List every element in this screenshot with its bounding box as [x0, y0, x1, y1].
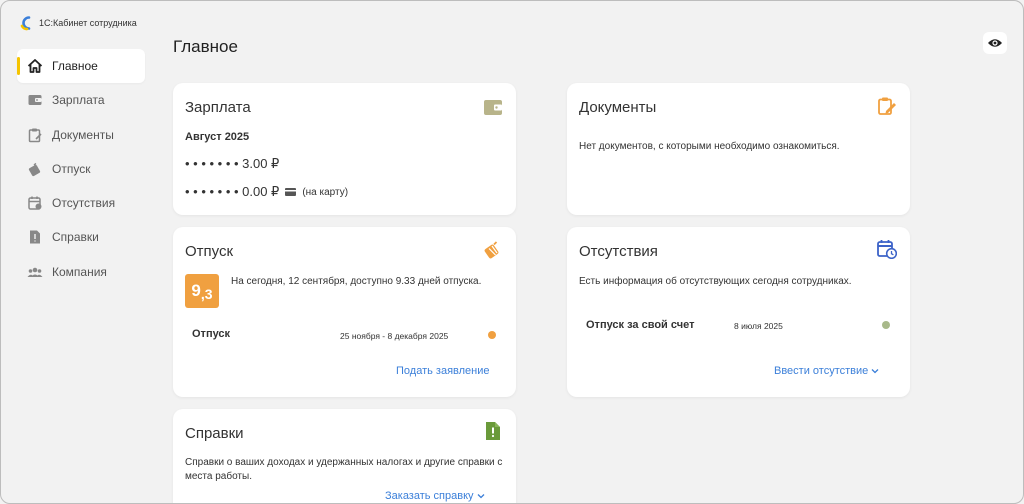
vacation-days-int: 9: [191, 281, 201, 300]
privacy-toggle-button[interactable]: [983, 32, 1007, 54]
certificates-title[interactable]: Справки: [185, 425, 244, 442]
sidebar-item-salary[interactable]: Зарплата: [17, 83, 145, 117]
vacation-card: Отпуск 9 ,3 На сегодня, 12 сентября, дос…: [173, 227, 516, 397]
eye-icon: [988, 39, 1002, 47]
sidebar-item-label: Компания: [52, 264, 107, 279]
salary-card-payment: • • • • • • • 0.00 ₽ (на карту): [185, 184, 348, 200]
order-certificate-label: Заказать справку: [385, 490, 474, 502]
documents-title[interactable]: Документы: [579, 99, 656, 116]
salary-title[interactable]: Зарплата: [185, 99, 251, 116]
documents-card: Документы Нет документов, с которыми нео…: [567, 83, 910, 215]
absences-card: Отсутствия Есть информация об отсутствую…: [567, 227, 910, 397]
salary-card: Зарплата Август 2025 • • • • • • • 3.00 …: [173, 83, 516, 215]
sidebar-item-home[interactable]: Главное: [17, 49, 145, 83]
certificates-card: Справки Справки о ваших доходах и удержа…: [173, 409, 516, 503]
vacation-title[interactable]: Отпуск: [185, 243, 233, 260]
absences-title[interactable]: Отсутствия: [579, 243, 658, 260]
status-dot: [488, 331, 496, 339]
calendar-clock-icon: [877, 240, 897, 259]
clipboard-edit-icon: [878, 97, 896, 115]
app-title: 1С:Кабинет сотрудника: [39, 18, 137, 28]
certificates-message: Справки о ваших доходах и удержанных нал…: [185, 457, 503, 482]
sidebar-item-vacation[interactable]: Отпуск: [17, 152, 145, 186]
home-icon: [27, 58, 43, 74]
card-icon: [285, 188, 297, 196]
vacation-days-badge: 9 ,3: [185, 274, 219, 308]
sidebar-item-label: Главное: [52, 59, 98, 73]
logo-icon: [20, 16, 31, 31]
vacation-summary: На сегодня, 12 сентября, доступно 9.33 д…: [231, 276, 482, 287]
salary-amount[interactable]: • • • • • • • 3.00 ₽: [185, 156, 279, 172]
page-title: Главное: [173, 37, 238, 56]
app-window: 1С:Кабинет сотрудника Главное Зарплата Д…: [0, 0, 1024, 504]
sidebar-item-label: Зарплата: [52, 93, 105, 108]
wallet-icon: [484, 100, 502, 115]
wallet-icon: [27, 92, 43, 108]
absence-entry-date: 8 июля 2025: [734, 321, 783, 331]
sidebar-item-label: Документы: [52, 127, 114, 142]
people-icon: [27, 264, 43, 280]
sidebar: Главное Зарплата Документы Отпуск Отсутс…: [17, 49, 145, 289]
vacation-entry-dates: 25 ноября - 8 декабря 2025: [340, 331, 449, 341]
luggage-icon: [27, 161, 43, 177]
salary-card-note: (на карту): [302, 186, 349, 198]
absence-entry-label[interactable]: Отпуск за свой счет: [586, 319, 694, 331]
chevron-down-icon: [871, 369, 879, 374]
sidebar-item-label: Справки: [52, 230, 99, 245]
enter-absence-link[interactable]: Ввести отсутствие: [774, 365, 879, 377]
luggage-icon: [484, 241, 499, 259]
absences-message: Есть информация об отсутствующих сегодня…: [579, 276, 852, 287]
sidebar-item-certificates[interactable]: Справки: [17, 220, 145, 254]
calendar-icon: [27, 195, 43, 211]
salary-card-amount[interactable]: • • • • • • • 0.00 ₽: [185, 184, 279, 200]
status-dot: [882, 321, 890, 329]
document-alert-icon: [486, 422, 500, 440]
vacation-entry-label[interactable]: Отпуск: [192, 328, 230, 340]
order-certificate-link[interactable]: Заказать справку: [385, 490, 485, 502]
documents-message: Нет документов, с которыми необходимо оз…: [579, 141, 840, 152]
submit-request-link[interactable]: Подать заявление: [396, 365, 489, 377]
clipboard-icon: [27, 127, 43, 143]
salary-period: Август 2025: [185, 131, 250, 143]
app-logo[interactable]: 1С:Кабинет сотрудника: [19, 15, 137, 31]
document-icon: [27, 229, 43, 245]
sidebar-item-label: Отсутствия: [52, 196, 116, 211]
vacation-days-frac: ,3: [200, 286, 213, 302]
sidebar-item-documents[interactable]: Документы: [17, 118, 145, 152]
sidebar-item-label: Отпуск: [52, 161, 91, 176]
sidebar-item-absences[interactable]: Отсутствия: [17, 186, 145, 220]
sidebar-item-company[interactable]: Компания: [17, 255, 145, 289]
chevron-down-icon: [477, 494, 484, 499]
enter-absence-label: Ввести отсутствие: [774, 365, 869, 377]
